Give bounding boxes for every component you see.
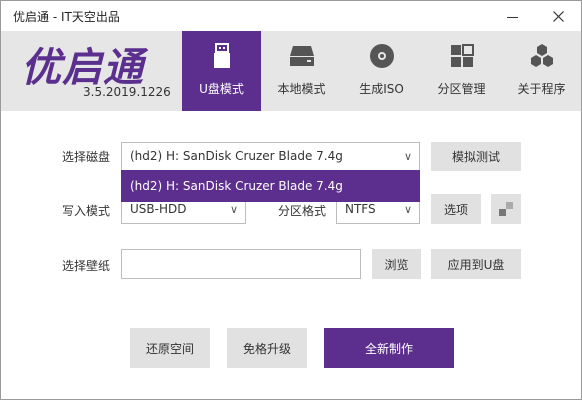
apply-to-usb-button[interactable]: 应用到U盘 xyxy=(431,249,521,279)
tab-local-mode[interactable]: 本地模式 xyxy=(262,31,341,111)
fresh-create-button[interactable]: 全新制作 xyxy=(324,328,454,368)
simulate-test-button[interactable]: 模拟测试 xyxy=(431,142,521,171)
tab-partition-manager-label: 分区管理 xyxy=(437,82,486,96)
write-mode-value: USB-HDD xyxy=(130,202,187,216)
partition-format-value: NTFS xyxy=(345,202,376,216)
app-window: 优启通 - IT天空出品 优启通 3.5.2019.1226 U盘模式 本地模式… xyxy=(0,0,582,400)
tab-partition-manager[interactable]: 分区管理 xyxy=(422,31,501,111)
disk-label: 选择磁盘 xyxy=(62,150,111,164)
chevron-down-icon: ∨ xyxy=(403,150,412,163)
no-format-upgrade-button[interactable]: 免格升级 xyxy=(227,328,307,368)
header-bar: 优启通 3.5.2019.1226 U盘模式 本地模式 生成ISO 分区管理 关… xyxy=(1,31,581,111)
tab-about-label: 关于程序 xyxy=(517,82,566,96)
partition-grid-icon xyxy=(450,44,474,67)
tab-local-mode-label: 本地模式 xyxy=(277,82,326,96)
window-title: 优启通 - IT天空出品 xyxy=(13,10,120,24)
tab-usb-mode[interactable]: U盘模式 xyxy=(182,31,261,111)
extra-settings-button[interactable] xyxy=(491,194,521,224)
wallpaper-input[interactable] xyxy=(121,249,361,279)
browse-button[interactable]: 浏览 xyxy=(372,249,421,279)
tab-generate-iso-label: 生成ISO xyxy=(359,82,404,96)
hexagon-cluster-icon xyxy=(530,44,553,67)
version-label: 3.5.2019.1226 xyxy=(83,85,171,99)
tab-generate-iso[interactable]: 生成ISO xyxy=(342,31,421,111)
restore-space-button[interactable]: 还原空间 xyxy=(130,328,210,368)
title-bar: 优启通 - IT天空出品 xyxy=(1,1,581,31)
checker-icon xyxy=(499,202,513,216)
wallpaper-label: 选择壁纸 xyxy=(62,259,111,273)
options-button[interactable]: 选项 xyxy=(431,194,481,224)
disk-option-label: (hd2) H: SanDisk Cruzer Blade 7.4g xyxy=(130,179,343,193)
minimize-button[interactable] xyxy=(489,1,535,31)
disk-select-value: (hd2) H: SanDisk Cruzer Blade 7.4g xyxy=(130,149,343,163)
write-mode-label: 写入模式 xyxy=(62,204,111,218)
disk-select[interactable]: (hd2) H: SanDisk Cruzer Blade 7.4g ∨ xyxy=(121,142,420,171)
close-icon xyxy=(552,10,564,22)
tab-usb-mode-label: U盘模式 xyxy=(199,82,244,96)
tab-about[interactable]: 关于程序 xyxy=(502,31,581,111)
close-button[interactable] xyxy=(535,1,581,31)
disc-icon xyxy=(369,44,394,68)
disk-dropdown-option[interactable]: (hd2) H: SanDisk Cruzer Blade 7.4g xyxy=(121,170,420,202)
minimize-icon xyxy=(506,16,518,18)
hard-drive-icon xyxy=(289,46,314,66)
partition-format-label: 分区格式 xyxy=(278,204,327,218)
usb-drive-icon xyxy=(213,43,230,68)
